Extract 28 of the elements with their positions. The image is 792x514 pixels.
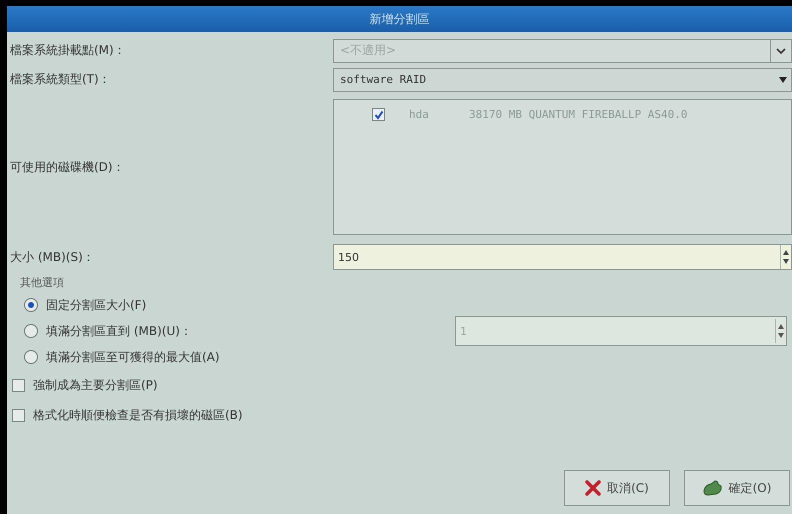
checkbox[interactable] bbox=[12, 408, 25, 422]
field-label: 檔案系統類型(T)： bbox=[10, 71, 112, 88]
spin-arrows-icon bbox=[778, 322, 784, 340]
cancel-button[interactable]: 取消(C) bbox=[564, 470, 670, 506]
spin-arrows-icon bbox=[783, 248, 789, 266]
device-name: hda bbox=[409, 108, 430, 121]
group-title: 其他選項 bbox=[20, 275, 65, 290]
filesystem-type-dropdown[interactable]: software RAID bbox=[333, 68, 792, 92]
field-label: 可使用的磁碟機(D)： bbox=[10, 158, 126, 176]
radio-button[interactable] bbox=[24, 298, 38, 312]
ok-button[interactable]: 確定(O) bbox=[684, 470, 790, 506]
checkbox[interactable] bbox=[372, 108, 385, 121]
field-label: 檔案系統掛載點(M)： bbox=[10, 42, 127, 59]
radio-button[interactable] bbox=[24, 350, 38, 364]
checkbox-label: 格式化時順便檢查是否有損壞的磁區(B) bbox=[33, 406, 243, 424]
window-title: 新增分割區 bbox=[370, 10, 430, 28]
checkbox[interactable] bbox=[12, 378, 25, 392]
caret-icon bbox=[779, 76, 787, 82]
field-label: 大小 (MB)(S)： bbox=[10, 248, 96, 266]
close-icon bbox=[585, 480, 602, 496]
radio-button[interactable] bbox=[24, 324, 38, 338]
size-spin-field[interactable]: 150 bbox=[333, 244, 792, 270]
checkbox-label: 強制成為主要分割區(P) bbox=[33, 376, 158, 394]
radio-label: 固定分割區大小(F) bbox=[46, 296, 146, 314]
radio-label: 填滿分割區至可獲得的最大值(A) bbox=[46, 348, 220, 366]
radio-label: 填滿分割區直到 (MB)(U)： bbox=[46, 322, 192, 340]
drive-description: 38170 MB QUANTUM FIREBALLP AS40.0 bbox=[469, 108, 688, 121]
caret-icon bbox=[776, 46, 786, 54]
